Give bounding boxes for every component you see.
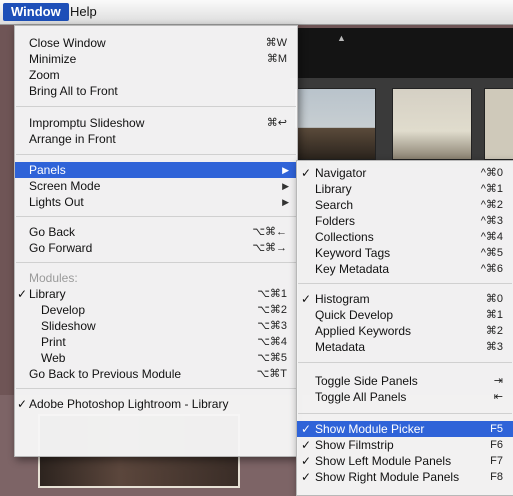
submenu-item-key-metadata[interactable]: Key Metadata ^⌘6 <box>297 261 513 277</box>
submenu-item-keyword-tags[interactable]: Keyword Tags ^⌘5 <box>297 245 513 261</box>
menu-separator <box>16 388 296 389</box>
shortcut: F7 <box>490 455 503 467</box>
submenu-item-metadata[interactable]: Metadata ⌘3 <box>297 339 513 355</box>
shortcut: ^⌘6 <box>480 263 503 275</box>
submenu-item-navigator[interactable]: ✓ Navigator ^⌘0 <box>297 165 513 181</box>
menu-separator <box>298 362 512 363</box>
submenu-item-collections[interactable]: Collections ^⌘4 <box>297 229 513 245</box>
checkmark-icon: ✓ <box>301 454 312 468</box>
submenu-item-show-module-picker[interactable]: ✓ Show Module Picker F5 <box>297 421 513 437</box>
shortcut: ⇤ <box>493 391 503 403</box>
menu-item-minimize[interactable]: Minimize ⌘M <box>15 51 297 67</box>
menu-separator <box>16 154 296 155</box>
shortcut: F5 <box>490 423 503 435</box>
menu-item-lights-out[interactable]: Lights Out ▶ <box>15 194 297 210</box>
shortcut: ⌥⌘← <box>252 226 287 238</box>
submenu-item-toggle-all-panels[interactable]: Toggle All Panels ⇤ <box>297 389 513 405</box>
submenu-item-histogram[interactable]: ✓ Histogram ⌘0 <box>297 291 513 307</box>
photo-thumbnail[interactable] <box>294 88 376 160</box>
modules-header: Modules: <box>29 271 78 285</box>
module-picker-bar <box>290 28 513 78</box>
panel-collapse-arrow-icon[interactable]: ▲ <box>337 33 346 43</box>
checkmark-icon: ✓ <box>17 397 28 411</box>
submenu-item-show-left-module-panels[interactable]: ✓ Show Left Module Panels F7 <box>297 453 513 469</box>
checkmark-icon: ✓ <box>301 438 312 452</box>
photo-thumbnail[interactable] <box>484 88 513 160</box>
submenu-item-quick-develop[interactable]: Quick Develop ⌘1 <box>297 307 513 323</box>
menu-item-go-back[interactable]: Go Back ⌥⌘← <box>15 224 297 240</box>
submenu-arrow-icon: ▶ <box>282 165 289 175</box>
shortcut: ^⌘1 <box>480 183 503 195</box>
menu-item-arrange-in-front[interactable]: Arrange in Front <box>15 131 297 147</box>
panels-submenu: ✓ Navigator ^⌘0 Library ^⌘1 Search ^⌘2 F… <box>296 160 513 496</box>
menu-item-module-library[interactable]: ✓ Library ⌥⌘1 <box>15 286 297 302</box>
shortcut: ⇥ <box>493 375 503 387</box>
submenu-item-applied-keywords[interactable]: Applied Keywords ⌘2 <box>297 323 513 339</box>
shortcut: ^⌘3 <box>480 215 503 227</box>
shortcut: F6 <box>490 439 503 451</box>
menu-item-screen-mode[interactable]: Screen Mode ▶ <box>15 178 297 194</box>
menu-separator <box>16 216 296 217</box>
shortcut: ⌥⌘5 <box>257 352 287 364</box>
menu-item-panels[interactable]: Panels ▶ <box>15 162 297 178</box>
shortcut: ⌘W <box>265 37 287 49</box>
shortcut: ⌥⌘3 <box>257 320 287 332</box>
menu-separator <box>298 413 512 414</box>
shortcut: ⌘3 <box>485 341 503 353</box>
shortcut: ⌘2 <box>485 325 503 337</box>
menu-item-go-back-to-previous-module[interactable]: Go Back to Previous Module ⌥⌘T <box>15 366 297 382</box>
shortcut: ^⌘0 <box>480 167 503 179</box>
menu-item-impromptu-slideshow[interactable]: Impromptu Slideshow ⌘↩ <box>15 115 297 131</box>
menu-item-module-web[interactable]: Web ⌥⌘5 <box>15 350 297 366</box>
shortcut: ^⌘4 <box>480 231 503 243</box>
shortcut: ⌘0 <box>485 293 503 305</box>
menu-window[interactable]: Window <box>3 3 69 21</box>
checkmark-icon: ✓ <box>301 166 312 180</box>
shortcut: ⌥⌘1 <box>257 288 287 300</box>
submenu-item-search[interactable]: Search ^⌘2 <box>297 197 513 213</box>
shortcut: ⌘↩ <box>266 117 287 129</box>
shortcut: ⌘1 <box>485 309 503 321</box>
menu-item-close-window[interactable]: Close Window ⌘W <box>15 35 297 51</box>
submenu-item-show-filmstrip[interactable]: ✓ Show Filmstrip F6 <box>297 437 513 453</box>
submenu-item-folders[interactable]: Folders ^⌘3 <box>297 213 513 229</box>
shortcut: ^⌘5 <box>480 247 503 259</box>
checkmark-icon: ✓ <box>17 287 28 301</box>
menu-item-app-window[interactable]: ✓ Adobe Photoshop Lightroom - Library <box>15 396 297 412</box>
photo-thumbnail[interactable] <box>392 88 472 160</box>
window-menu: Close Window ⌘W Minimize ⌘M Zoom Bring A… <box>14 25 298 457</box>
menu-separator <box>16 262 296 263</box>
menu-item-module-develop[interactable]: Develop ⌥⌘2 <box>15 302 297 318</box>
menu-separator <box>298 283 512 284</box>
submenu-item-library[interactable]: Library ^⌘1 <box>297 181 513 197</box>
menu-bar: Window Help <box>0 0 513 25</box>
shortcut: F8 <box>490 471 503 483</box>
checkmark-icon: ✓ <box>301 292 312 306</box>
menu-item-module-print[interactable]: Print ⌥⌘4 <box>15 334 297 350</box>
checkmark-icon: ✓ <box>301 470 312 484</box>
submenu-item-show-right-module-panels[interactable]: ✓ Show Right Module Panels F8 <box>297 469 513 485</box>
submenu-arrow-icon: ▶ <box>282 197 289 207</box>
shortcut: ⌥⌘2 <box>257 304 287 316</box>
shortcut: ⌥⌘→ <box>252 242 287 254</box>
shortcut: ^⌘2 <box>480 199 503 211</box>
menu-item-module-slideshow[interactable]: Slideshow ⌥⌘3 <box>15 318 297 334</box>
shortcut: ⌥⌘T <box>256 368 287 380</box>
submenu-arrow-icon: ▶ <box>282 181 289 191</box>
menu-item-zoom[interactable]: Zoom <box>15 67 297 83</box>
submenu-item-toggle-side-panels[interactable]: Toggle Side Panels ⇥ <box>297 373 513 389</box>
menu-item-bring-all-to-front[interactable]: Bring All to Front <box>15 83 297 99</box>
menu-item-go-forward[interactable]: Go Forward ⌥⌘→ <box>15 240 297 256</box>
menu-help[interactable]: Help <box>62 3 105 21</box>
shortcut: ⌘M <box>266 53 287 65</box>
checkmark-icon: ✓ <box>301 422 312 436</box>
menu-separator <box>16 106 296 107</box>
shortcut: ⌥⌘4 <box>257 336 287 348</box>
